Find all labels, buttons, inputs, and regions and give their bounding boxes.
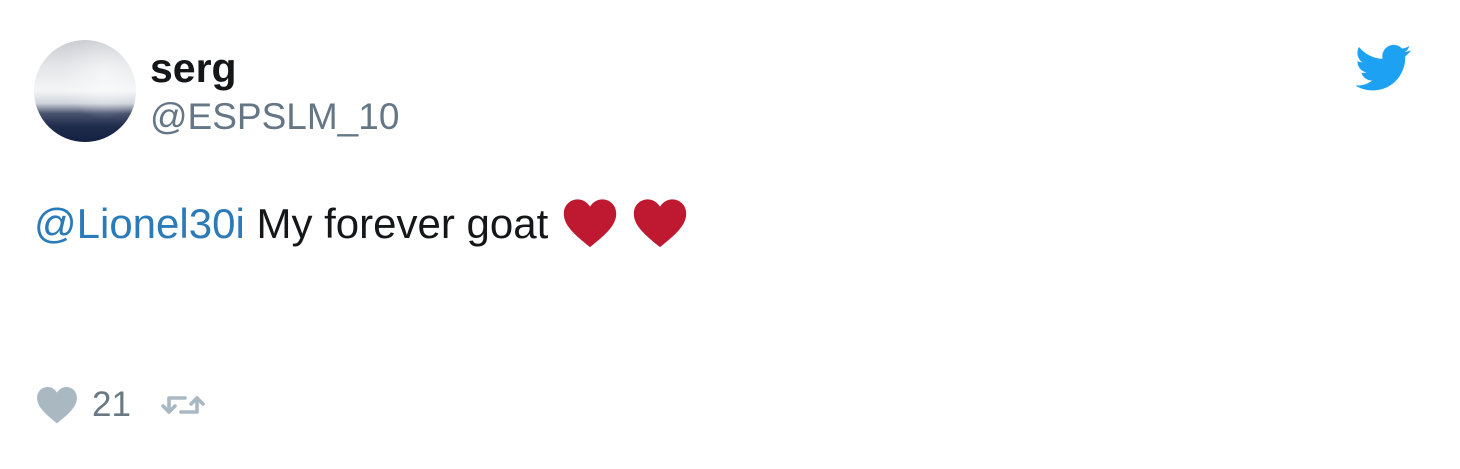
tweet-card: serg @ESPSLM_10 @Lionel30i My forever go… bbox=[0, 0, 1460, 469]
tweet-actions: 21 bbox=[36, 382, 205, 428]
red-heart-icon bbox=[563, 199, 617, 248]
retweet-icon[interactable] bbox=[161, 390, 205, 420]
like-count: 21 bbox=[92, 385, 131, 424]
tweet-body: My forever goat bbox=[256, 200, 549, 247]
avatar[interactable] bbox=[34, 40, 136, 142]
mention-link[interactable]: @Lionel30i bbox=[34, 200, 245, 247]
user-handle[interactable]: @ESPSLM_10 bbox=[150, 94, 399, 140]
display-name[interactable]: serg bbox=[150, 44, 237, 92]
heart-icon[interactable] bbox=[36, 386, 78, 424]
emoji-group bbox=[560, 198, 688, 260]
twitter-bird-icon[interactable] bbox=[1356, 44, 1412, 92]
red-heart-icon bbox=[633, 199, 686, 248]
tweet-text: @Lionel30i My forever goat bbox=[34, 198, 688, 260]
